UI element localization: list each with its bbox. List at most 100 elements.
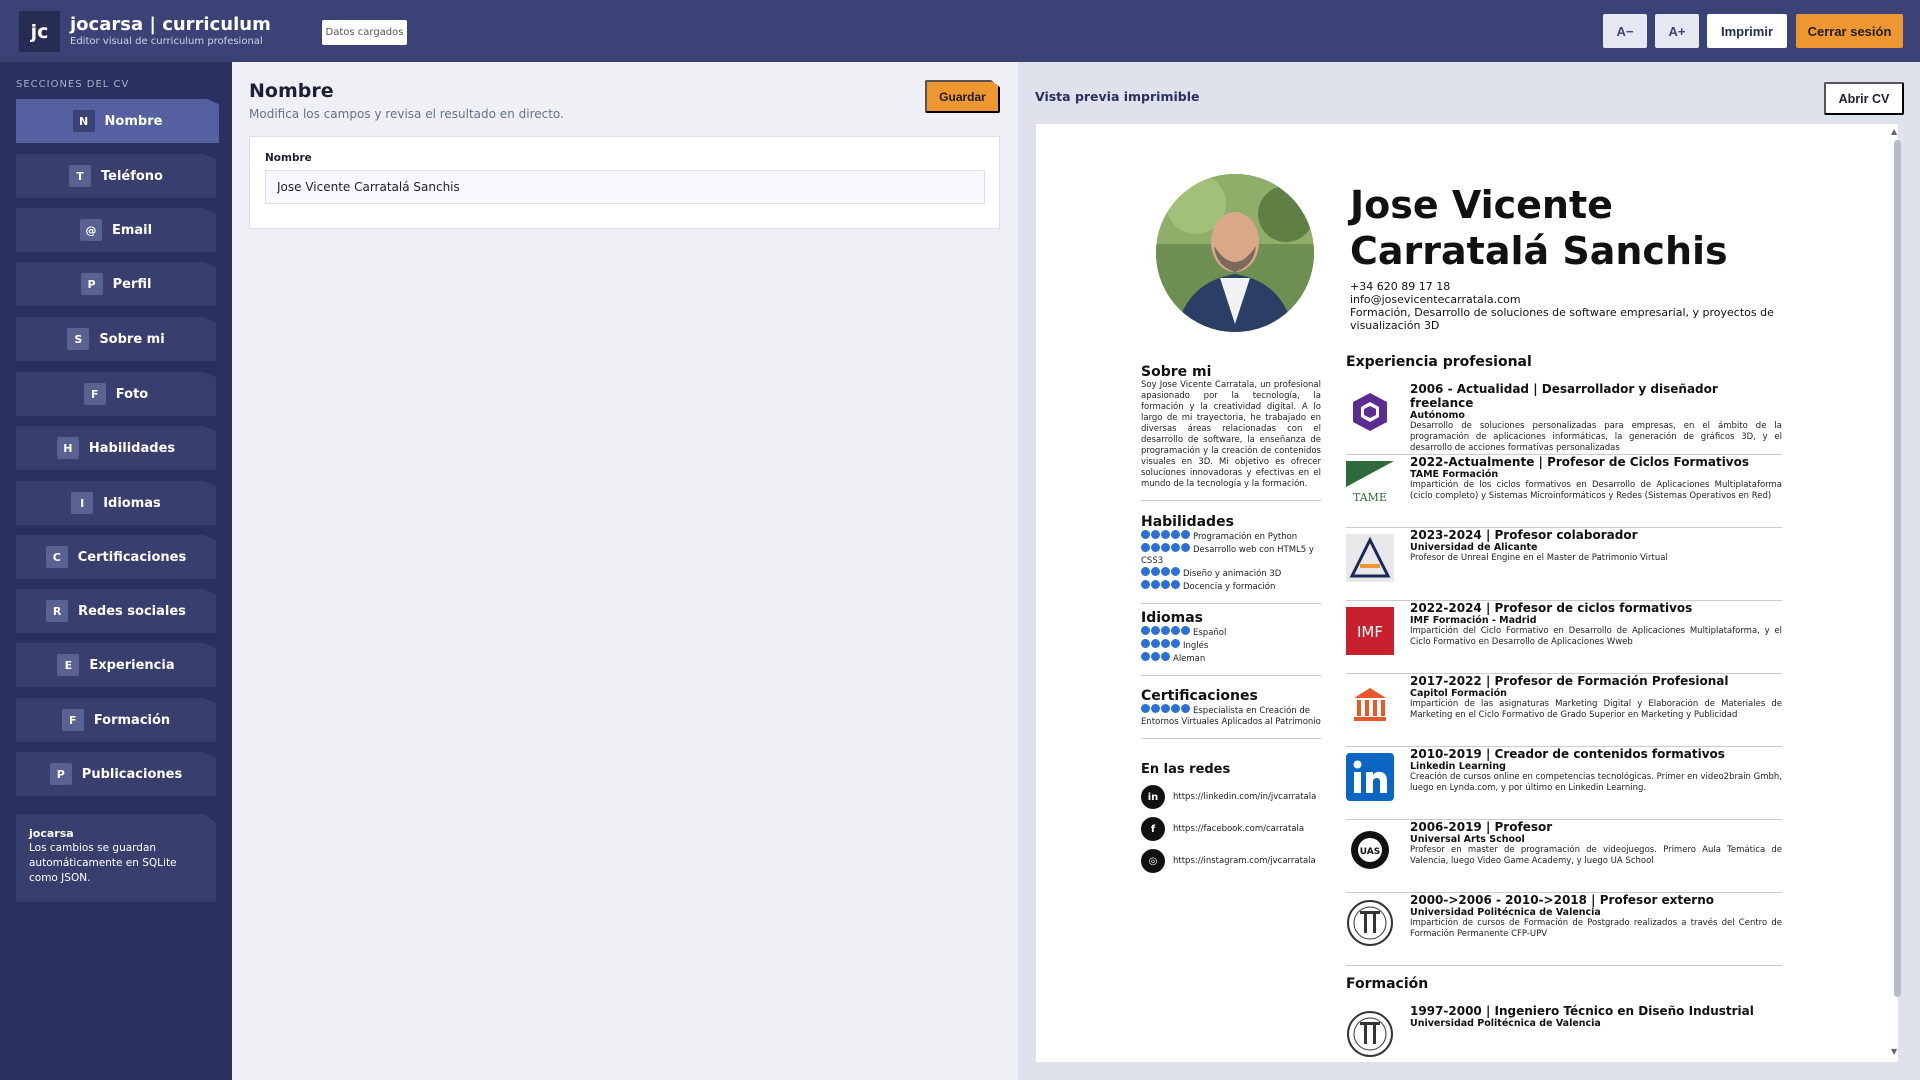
level-dot [1161,530,1170,539]
language-item-name: Español [1193,628,1227,638]
sidebar-item-foto[interactable]: F Foto [16,372,216,416]
linkedin-icon: in [1141,785,1165,809]
cv-phone: +34 620 89 17 18 [1350,280,1451,293]
cv-email: info@josevicentecarratala.com [1350,293,1521,306]
experience-item-desc: Impartición del Ciclo Formativo en Desar… [1410,626,1782,647]
logout-button[interactable]: Cerrar sesión [1796,14,1903,48]
sidebar-item-nombre[interactable]: N Nombre [16,99,219,143]
level-dot [1141,626,1150,635]
sidebar-item-key: F [61,709,84,731]
preview-scrollbar[interactable] [1894,140,1901,997]
skill-item: Docencia y formación [1141,580,1321,593]
svg-text:UAS: UAS [1360,847,1380,857]
sidebar-item-sobre-mi[interactable]: S Sobre mi [16,317,216,361]
sidebar-info-title: jocarsa [29,827,74,840]
level-dots [1141,580,1181,593]
font-smaller-button[interactable]: A− [1603,14,1647,48]
sidebar-item-email[interactable]: @ Email [16,208,216,252]
cv-name-line1: Jose Vicente [1350,183,1613,227]
instagram-icon: ◎ [1141,849,1165,873]
sidebar-item-perfil[interactable]: P Perfil [16,262,216,306]
linkedin-logo [1346,753,1394,801]
experience-item-body: 2006 - Actualidad | Desarrollador y dise… [1410,382,1782,454]
sidebar-item-label: Sobre mi [99,331,165,347]
level-dot [1171,567,1180,576]
social-link[interactable]: ◎ https://instagram.com/jvcarratala [1141,845,1321,877]
skill-item: Diseño y animación 3D [1141,567,1321,580]
cv-about-text: Soy Jose Vicente Carratala, un profesion… [1141,380,1321,489]
sidebar-item-habilidades[interactable]: H Habilidades [16,426,216,470]
level-dot [1171,626,1180,635]
level-dot [1141,580,1150,589]
sidebar-item-certificaciones[interactable]: C Certificaciones [16,535,216,579]
save-button[interactable]: Guardar [925,80,1000,113]
experience-item: 2006 - Actualidad | Desarrollador y dise… [1346,382,1782,455]
sidebar-item-teléfono[interactable]: T Teléfono [16,154,216,198]
sidebar-item-redes-sociales[interactable]: R Redes sociales [16,589,216,633]
level-dot [1161,704,1170,713]
cv-social: En las redes in https://linkedin.com/in/j… [1141,762,1321,877]
editor-title: Nombre [249,80,334,102]
cv-certs-title: Certificaciones [1141,688,1258,704]
divider [1346,965,1782,966]
level-dots [1141,530,1191,543]
level-dot [1161,580,1170,589]
sidebar-item-experiencia[interactable]: E Experiencia [16,643,216,687]
cv-languages: Idiomas Español Inglés Aleman [1141,610,1321,676]
top-bar: jc jocarsa | curriculum Editor visual de… [0,0,1920,62]
level-dots [1141,704,1191,717]
cv-education-title: Formación [1346,976,1429,992]
level-dot [1141,567,1150,576]
experience-item-title: 2023-2024 | Profesor colaborador [1410,528,1638,542]
level-dot [1161,652,1170,661]
sidebar-item-label: Certificaciones [77,549,187,565]
divider [1141,500,1321,501]
imf-logo: IMF [1346,607,1394,655]
social-link[interactable]: f https://facebook.com/carratala [1141,813,1321,845]
experience-item-org: Linkedin Learning [1410,761,1506,772]
scroll-down-icon[interactable]: ▼ [1891,1047,1897,1056]
sidebar-item-key: P [49,763,72,785]
hexagon-logo [1346,388,1394,436]
level-dot [1171,704,1180,713]
skill-item-name: Programación en Python [1193,532,1298,542]
level-dot [1181,543,1190,552]
cv-experience: Experiencia profesional 2006 - Actualida… [1346,354,1782,1062]
sidebar: SECCIONES DEL CV N Nombre T Teléfono @ Email P… [0,62,232,1080]
cv-about: Sobre mi Soy Jose Vicente Carratala, un … [1141,364,1321,501]
experience-item-desc: Creación de cursos online en competencia… [1410,772,1782,793]
experience-item: 2000->2006 - 2010->2018 | Profesor exter… [1346,893,1782,966]
cv-skills-title: Habilidades [1141,514,1234,530]
experience-item-org: Autónomo [1410,410,1465,421]
open-cv-button[interactable]: Abrir CV [1824,82,1904,115]
uas-logo: UAS [1346,826,1394,874]
sidebar-item-publicaciones[interactable]: P Publicaciones [16,752,216,796]
name-field[interactable] [265,170,985,204]
preview-pane: Vista previa imprimible Abrir CV Jose Vi… [1018,62,1920,1080]
skill-item: Desarrollo web con HTML5 y CSS3 [1141,543,1321,567]
font-larger-button[interactable]: A+ [1655,14,1699,48]
sidebar-item-key: F [83,383,106,405]
sidebar-item-label: Teléfono [100,168,163,184]
scroll-up-icon[interactable]: ▲ [1891,127,1897,136]
cv-contact: +34 620 89 17 18 info@josevicentecarrata… [1350,280,1800,332]
level-dot [1181,704,1190,713]
level-dot [1171,530,1180,539]
level-dot [1171,580,1180,589]
sidebar-item-idiomas[interactable]: I Idiomas [16,481,216,525]
experience-item-body: 2023-2024 | Profesor colaborador Universi… [1410,528,1782,564]
name-field-label: Nombre [265,152,312,164]
sidebar-item-formación[interactable]: F Formación [16,698,216,742]
level-dot [1151,580,1160,589]
experience-item-body: 2006-2019 | Profesor Universal Arts Schoo… [1410,820,1782,867]
experience-item-org: Universidad Politécnica de Valencia [1410,907,1601,918]
social-link[interactable]: in https://linkedin.com/in/jvcarratala [1141,781,1321,813]
level-dots [1141,639,1181,652]
level-dot [1151,626,1160,635]
sidebar-item-key: H [56,437,79,459]
sidebar-item-key: E [57,654,80,676]
sidebar-item-key: S [67,328,90,350]
sidebar-item-key: N [72,110,95,132]
print-button[interactable]: Imprimir [1707,14,1787,48]
sidebar-item-label: Experiencia [89,657,175,673]
